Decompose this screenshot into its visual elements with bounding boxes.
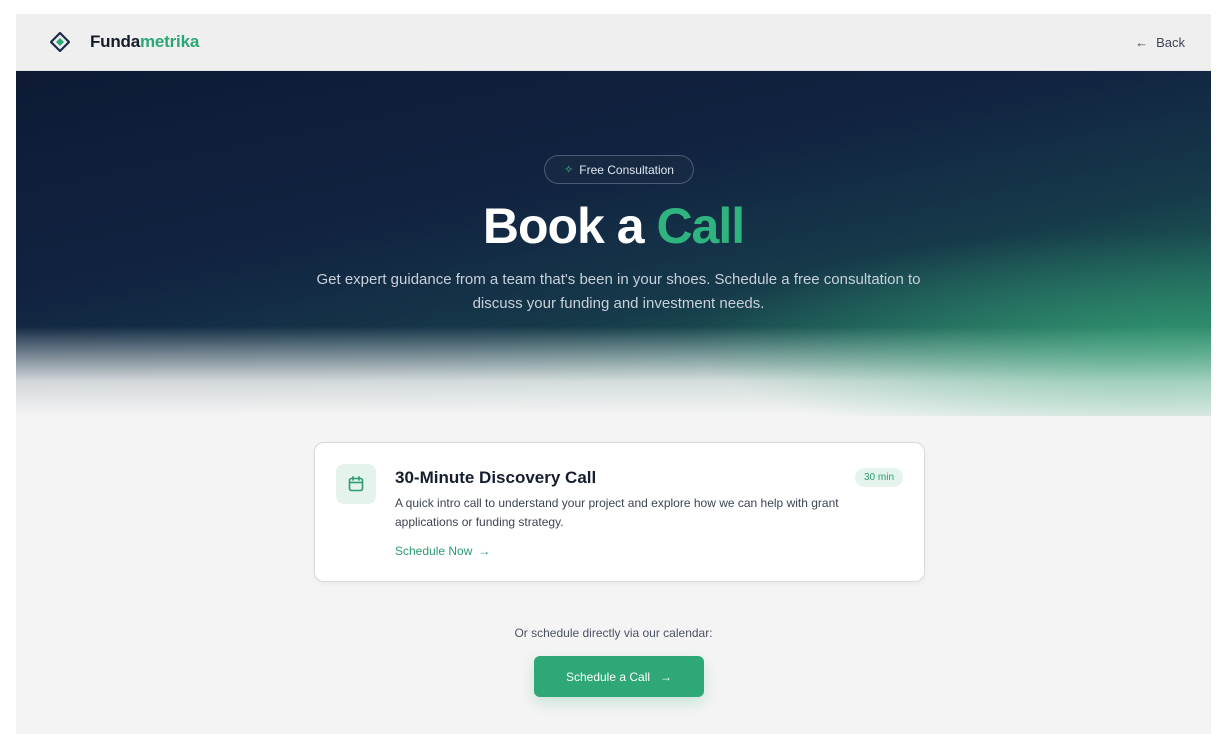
brand-name: Fundametrika <box>90 32 199 52</box>
free-consultation-badge: ✧ Free Consultation <box>544 155 694 184</box>
schedule-a-call-label: Schedule a Call <box>565 669 651 684</box>
calendar-icon <box>348 475 364 492</box>
brand[interactable]: Fundametrika <box>50 32 199 52</box>
brand-name-primary: Funda <box>90 32 140 51</box>
page-title: Book a Call <box>16 197 1211 255</box>
arrow-right-icon: → <box>478 544 491 558</box>
card-description: A quick intro call to understand your pr… <box>395 496 839 529</box>
top-navigation-bar: Fundametrika ← Back <box>16 14 1211 71</box>
brand-name-secondary: metrika <box>140 32 200 51</box>
page-title-main: Book a <box>482 198 645 254</box>
discovery-call-card: 30-Minute Discovery Call 30 min A quick … <box>314 442 925 582</box>
calendar-prompt-text: Or schedule directly via our calendar: <box>514 626 713 640</box>
schedule-a-call-button[interactable]: Schedule a Call → <box>534 656 704 697</box>
schedule-now-label: Schedule Now <box>395 544 473 558</box>
page-frame: Fundametrika ← Back ✧ Free Consultation … <box>16 14 1211 734</box>
arrow-right-icon: → <box>660 669 673 684</box>
duration-badge: 30 min <box>854 468 903 487</box>
back-link[interactable]: ← Back <box>1135 35 1185 50</box>
calendar-icon-box <box>336 464 376 504</box>
sparkle-icon: ✧ <box>564 164 574 176</box>
badge-label: Free Consultation <box>579 162 674 177</box>
arrow-left-icon: ← <box>1135 34 1149 50</box>
card-title: 30-Minute Discovery Call <box>395 468 597 487</box>
page-title-accent: Call <box>656 198 745 254</box>
hero-section: ✧ Free Consultation Book a Call Get expe… <box>16 71 1211 416</box>
back-label: Back <box>1156 34 1185 50</box>
schedule-now-link[interactable]: Schedule Now → <box>395 544 490 558</box>
hero-subtitle: Get expert guidance from a team that's b… <box>316 271 921 312</box>
logo-icon <box>50 32 70 52</box>
